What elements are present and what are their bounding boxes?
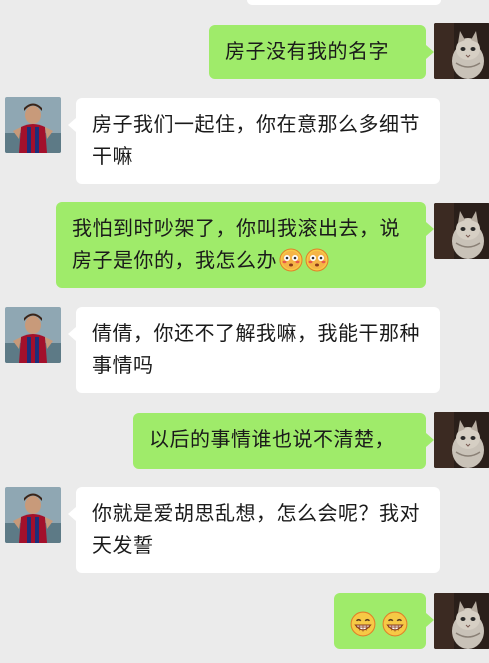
message-bubble-outgoing[interactable]: 以后的事情谁也说不清楚， (133, 413, 434, 469)
avatar-contact[interactable] (5, 97, 61, 153)
message-text: 房子没有我的名字 (225, 39, 389, 63)
cat-avatar-icon (434, 23, 489, 79)
message-text: 倩倩，你还不了解我嘛，我能干那种事情吗 (92, 321, 420, 377)
avatar-contact[interactable] (5, 487, 61, 543)
avatar-self[interactable] (434, 593, 489, 649)
grinning-face-emoji-icon (350, 611, 376, 637)
message-bubble-incoming[interactable]: 房子我们一起住，你在意那么多细节干嘛 (68, 98, 440, 184)
avatar-contact[interactable] (5, 307, 61, 363)
message-text: 你就是爱胡思乱想，怎么会呢？我对天发誓 (92, 501, 420, 557)
message-bubble-outgoing[interactable]: 房子没有我的名字 (209, 25, 434, 79)
avatar-self[interactable] (434, 412, 489, 468)
message-text: 以后的事情谁也说不清楚， (149, 427, 395, 451)
soccer-player-avatar-icon (5, 97, 61, 153)
cat-avatar-icon (434, 203, 489, 259)
avatar-self[interactable] (434, 203, 489, 259)
message-text: 房子我们一起住，你在意那么多细节干嘛 (92, 112, 420, 168)
message-text: 我怕到时吵架了，你叫我滚出去，说房子是你的，我怎么办 (72, 216, 400, 272)
message-bubble-outgoing[interactable] (334, 593, 434, 649)
previous-message-bubble-edge (247, 0, 441, 5)
grinning-face-emoji-icon (382, 611, 408, 637)
flushed-face-emoji-icon (305, 248, 329, 272)
message-bubble-incoming[interactable]: 倩倩，你还不了解我嘛，我能干那种事情吗 (68, 307, 440, 393)
avatar-self[interactable] (434, 23, 489, 79)
soccer-player-avatar-icon (5, 307, 61, 363)
flushed-face-emoji-icon (279, 248, 303, 272)
cat-avatar-icon (434, 412, 489, 468)
message-bubble-incoming[interactable]: 你就是爱胡思乱想，怎么会呢？我对天发誓 (68, 487, 440, 573)
message-bubble-outgoing[interactable]: 我怕到时吵架了，你叫我滚出去，说房子是你的，我怎么办 (56, 202, 434, 288)
soccer-player-avatar-icon (5, 487, 61, 543)
cat-avatar-icon (434, 593, 489, 649)
